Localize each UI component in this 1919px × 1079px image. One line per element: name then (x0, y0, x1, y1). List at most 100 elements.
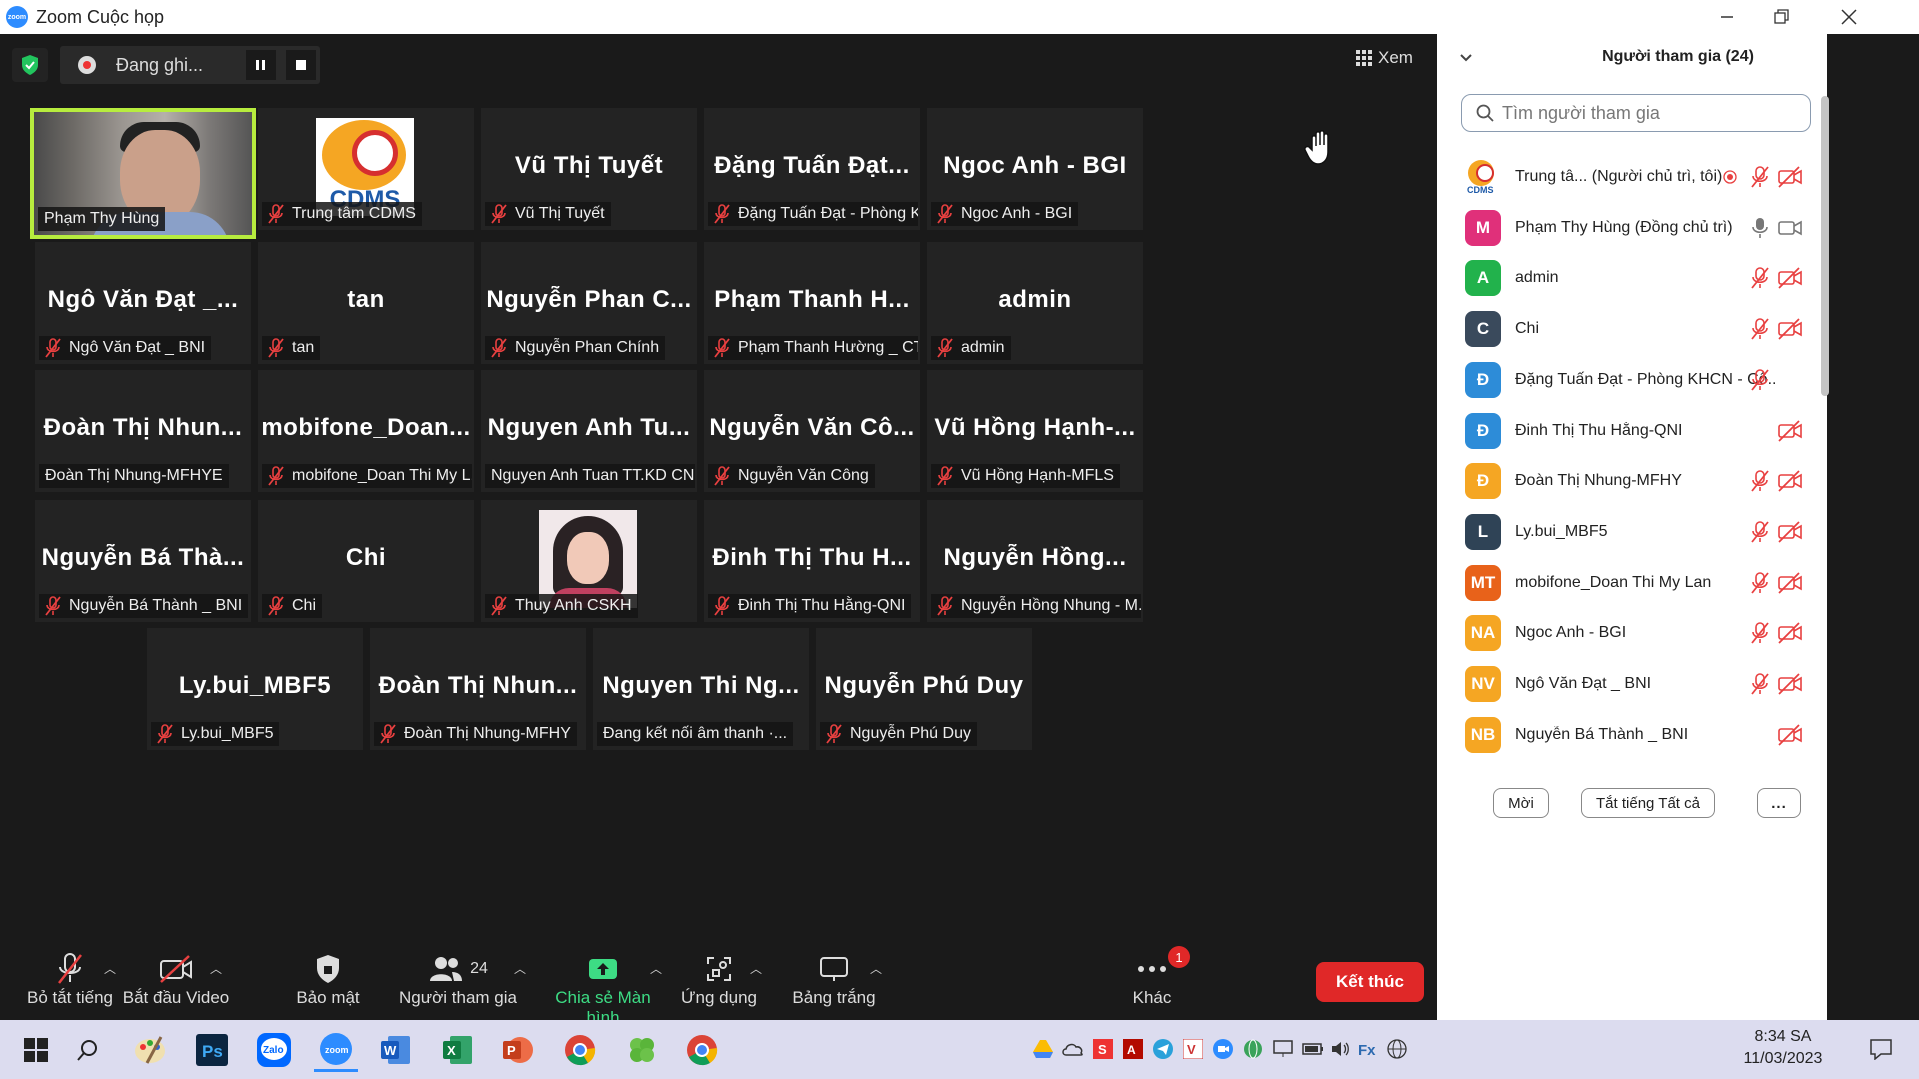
participant-tile[interactable]: Nguyễn Phú Duy Nguyễn Phú Duy (816, 628, 1032, 750)
whiteboard-button[interactable]: ︿ Bảng trắng (784, 950, 884, 1008)
stop-recording-button[interactable] (286, 50, 316, 80)
video-off-icon[interactable] (1777, 164, 1803, 190)
network-globe-tray-icon[interactable] (1240, 1036, 1266, 1062)
more-button[interactable]: 1 Khác (1114, 946, 1190, 1008)
participant-tile[interactable]: Nguyen Anh Tu... Nguyen Anh Tuan TT.KD CN… (481, 370, 697, 492)
acrobat-tray-icon[interactable]: A (1120, 1036, 1146, 1062)
participant-tile[interactable]: Ngô Văn Đạt _... Ngô Văn Đạt _ BNI (35, 242, 251, 364)
chrome-2-icon[interactable] (680, 1028, 724, 1072)
video-off-icon[interactable] (1777, 671, 1803, 697)
mic-muted-icon[interactable] (1747, 265, 1773, 291)
participant-tile[interactable]: Phạm Thy Hùng (30, 108, 256, 239)
participant-tile[interactable]: Ly.bui_MBF5 Ly.bui_MBF5 (147, 628, 363, 750)
mic-muted-icon[interactable] (1747, 519, 1773, 545)
telegram-tray-icon[interactable] (1150, 1036, 1176, 1062)
security-shield-icon[interactable] (12, 48, 48, 82)
whiteboard-caret-icon[interactable]: ︿ (870, 960, 882, 977)
participant-tile[interactable]: Nguyễn Phan C... Nguyễn Phan Chính (481, 242, 697, 364)
mic-muted-icon[interactable] (1747, 620, 1773, 646)
unikey-tray-icon[interactable]: V (1180, 1036, 1206, 1062)
participant-tile[interactable]: Đoàn Thị Nhun... Đoàn Thị Nhung-MFHYE (35, 370, 251, 492)
zoom-tray-icon[interactable] (1210, 1036, 1236, 1062)
participant-tile[interactable]: Chi Chi (258, 500, 474, 622)
mic-muted-icon[interactable] (1747, 468, 1773, 494)
participants-button[interactable]: 24 ︿ Người tham gia (396, 950, 526, 1008)
mic-muted-icon[interactable] (1747, 316, 1773, 342)
participant-tile[interactable]: Nguyễn Văn Cô... Nguyễn Văn Công (704, 370, 920, 492)
clover-icon[interactable] (620, 1028, 664, 1072)
video-off-icon[interactable] (1777, 519, 1803, 545)
zalo-icon[interactable]: Zalo (252, 1028, 296, 1072)
participant-tile[interactable]: Đoàn Thị Nhun... Đoàn Thị Nhung-MFHY (370, 628, 586, 750)
video-off-icon[interactable] (1777, 468, 1803, 494)
excel-icon[interactable]: X (436, 1028, 480, 1072)
participant-tile[interactable]: Vũ Hồng Hạnh-... Vũ Hồng Hạnh-MFLS (927, 370, 1143, 492)
zoom-taskbar-icon[interactable]: zoom (314, 1028, 358, 1072)
view-button[interactable]: Xem (1356, 48, 1413, 68)
notifications-icon[interactable] (1866, 1034, 1896, 1064)
search-taskbar-icon[interactable] (66, 1028, 110, 1072)
volume-tray-icon[interactable] (1328, 1036, 1354, 1062)
audio-options-caret-icon[interactable]: ︿ (104, 960, 116, 977)
pause-recording-button[interactable] (246, 50, 276, 80)
participant-name-label: Trung tâm CDMS (262, 202, 422, 226)
participant-tile[interactable]: Ngoc Anh - BGI Ngoc Anh - BGI (927, 108, 1143, 230)
participant-tile[interactable]: CDMS Trung tâm CDMS (258, 108, 474, 230)
display-tray-icon[interactable] (1270, 1036, 1296, 1062)
windows-start-icon[interactable] (14, 1028, 58, 1072)
search-participants-input[interactable]: Tìm người tham gia (1461, 94, 1811, 132)
video-options-caret-icon[interactable]: ︿ (210, 960, 222, 977)
participant-tile[interactable]: Đặng Tuấn Đạt... Đặng Tuấn Đạt - Phòng K.… (704, 108, 920, 230)
security-button[interactable]: Bảo mật (286, 950, 370, 1008)
google-drive-tray-icon[interactable] (1030, 1036, 1056, 1062)
chrome-icon[interactable] (558, 1028, 602, 1072)
start-video-button[interactable]: ︿ Bắt đầu Video (120, 950, 232, 1008)
unmute-button[interactable]: ︿ Bỏ tắt tiếng (14, 950, 126, 1008)
close-button[interactable] (1814, 0, 1884, 34)
participant-tile[interactable]: Nguyễn Hồng... Nguyễn Hồng Nhung - M... (927, 500, 1143, 622)
restore-button[interactable] (1746, 0, 1816, 34)
participant-tile[interactable]: tan tan (258, 242, 474, 364)
invite-button[interactable]: Mời (1493, 788, 1549, 818)
mic-muted-icon[interactable] (1747, 367, 1773, 393)
powerpoint-icon[interactable]: P (496, 1028, 540, 1072)
video-on-icon[interactable] (1777, 215, 1803, 241)
mic-on-icon[interactable] (1747, 215, 1773, 241)
language-globe-tray-icon[interactable] (1384, 1036, 1410, 1062)
mic-muted-icon[interactable] (1747, 671, 1773, 697)
video-off-icon[interactable] (1777, 722, 1803, 748)
participant-tile[interactable]: Đinh Thị Thu H... Đinh Thị Thu Hằng-QNI (704, 500, 920, 622)
participant-tile[interactable]: Nguyen Thi Ng... Đang kết nối âm thanh ·.… (593, 628, 809, 750)
video-off-icon[interactable] (1777, 316, 1803, 342)
share-screen-button[interactable]: ︿ Chia sẻ Màn hình (540, 950, 666, 1028)
participant-tile[interactable]: Nguyễn Bá Thà... Nguyễn Bá Thành _ BNI (35, 500, 251, 622)
mic-muted-icon[interactable] (1747, 570, 1773, 596)
video-off-icon[interactable] (1777, 265, 1803, 291)
mic-muted-icon[interactable] (1747, 164, 1773, 190)
mute-all-button[interactable]: Tắt tiếng Tất cả (1581, 788, 1715, 818)
participants-caret-icon[interactable]: ︿ (514, 960, 526, 977)
participant-tile[interactable]: mobifone_Doan... mobifone_Doan Thi My L..… (258, 370, 474, 492)
apps-button[interactable]: ︿ Ứng dụng (676, 950, 762, 1008)
share-options-caret-icon[interactable]: ︿ (650, 960, 662, 977)
participant-tile[interactable]: admin admin (927, 242, 1143, 364)
paint-icon[interactable] (128, 1028, 172, 1072)
participant-tile[interactable]: Vũ Thị Tuyết Vũ Thị Tuyết (481, 108, 697, 230)
apps-caret-icon[interactable]: ︿ (750, 960, 762, 977)
onedrive-tray-icon[interactable] (1060, 1036, 1086, 1062)
participant-tile[interactable]: Thuy Anh CSKH (481, 500, 697, 622)
word-icon[interactable]: W (374, 1028, 418, 1072)
video-off-icon[interactable] (1777, 620, 1803, 646)
photoshop-icon[interactable]: Ps (190, 1028, 234, 1072)
taskbar-clock[interactable]: 8:34 SA 11/03/2023 (1736, 1026, 1830, 1070)
participant-list-scrollbar[interactable] (1821, 96, 1829, 396)
participant-list-item[interactable]: NB Nguyễn Bá Thành _ BNI (1437, 704, 1897, 766)
video-off-icon[interactable] (1777, 418, 1803, 444)
video-off-icon[interactable] (1777, 570, 1803, 596)
foxit-reader-tray-icon[interactable]: Fx (1356, 1036, 1382, 1062)
end-meeting-button[interactable]: Kết thúc (1316, 962, 1424, 1002)
participant-tile[interactable]: Phạm Thanh H... Phạm Thanh Hường _ CT5 (704, 242, 920, 364)
foxit-tray-icon[interactable]: S (1090, 1036, 1116, 1062)
panel-more-button[interactable]: ... (1757, 788, 1801, 818)
battery-tray-icon[interactable] (1300, 1036, 1326, 1062)
